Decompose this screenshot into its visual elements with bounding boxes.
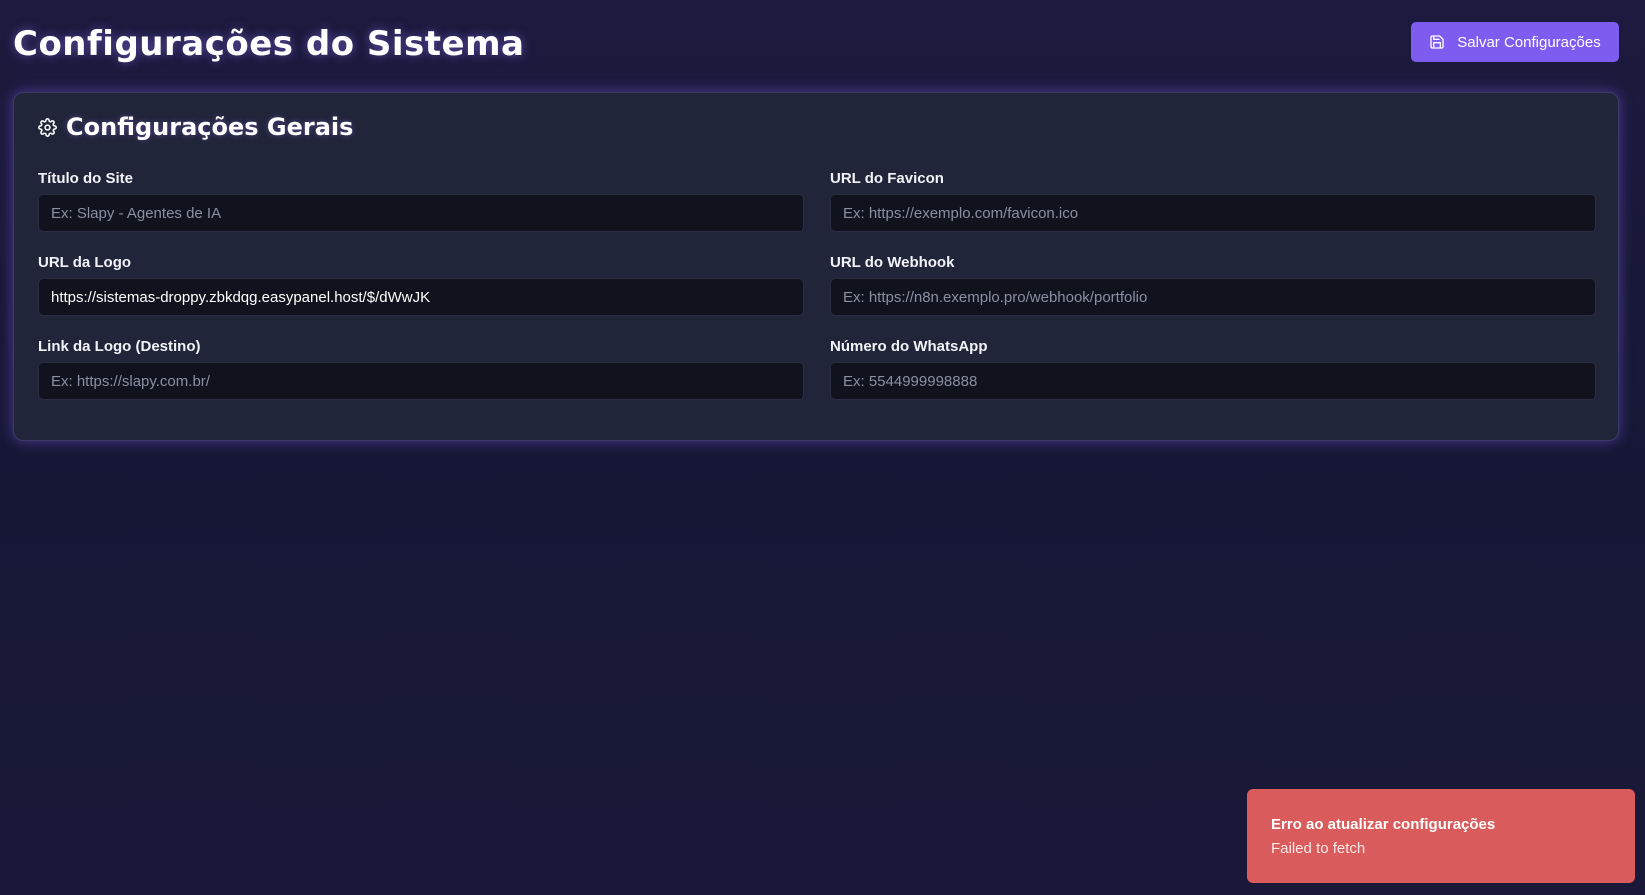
toast-title: Erro ao atualizar configurações: [1271, 816, 1496, 833]
logo-link-label: Link da Logo (Destino): [38, 338, 201, 355]
whatsapp-input[interactable]: [830, 362, 1596, 400]
site-title-input[interactable]: [38, 194, 804, 232]
logo-url-label: URL da Logo: [38, 254, 132, 271]
favicon-url-field: URL do Favicon: [830, 170, 1596, 232]
toast-message: Failed to fetch: [1271, 840, 1366, 857]
card-header: Configurações Gerais: [38, 113, 353, 141]
logo-link-input[interactable]: [38, 362, 804, 400]
settings-page: Configurações do Sistema Salvar Configur…: [0, 0, 1645, 895]
webhook-url-input[interactable]: [830, 278, 1596, 316]
page-title: Configurações do Sistema: [13, 24, 525, 64]
card-title: Configurações Gerais: [66, 113, 354, 141]
favicon-url-input[interactable]: [830, 194, 1596, 232]
logo-link-field: Link da Logo (Destino): [38, 338, 804, 400]
error-toast[interactable]: Erro ao atualizar configurações Failed t…: [1247, 789, 1635, 883]
save-button-label: Salvar Configurações: [1457, 33, 1601, 51]
general-settings-card: Configurações Gerais Título do Site URL …: [13, 92, 1619, 441]
logo-url-field: URL da Logo: [38, 254, 804, 316]
whatsapp-label: Número do WhatsApp: [830, 338, 988, 355]
save-icon: [1429, 34, 1445, 50]
gear-icon: [38, 117, 57, 137]
whatsapp-field: Número do WhatsApp: [830, 338, 1596, 400]
webhook-url-label: URL do Webhook: [830, 254, 955, 271]
favicon-url-label: URL do Favicon: [830, 170, 944, 187]
webhook-url-field: URL do Webhook: [830, 254, 1596, 316]
site-title-label: Título do Site: [38, 170, 133, 187]
save-settings-button[interactable]: Salvar Configurações: [1411, 22, 1619, 62]
logo-url-input[interactable]: [38, 278, 804, 316]
site-title-field: Título do Site: [38, 170, 804, 232]
